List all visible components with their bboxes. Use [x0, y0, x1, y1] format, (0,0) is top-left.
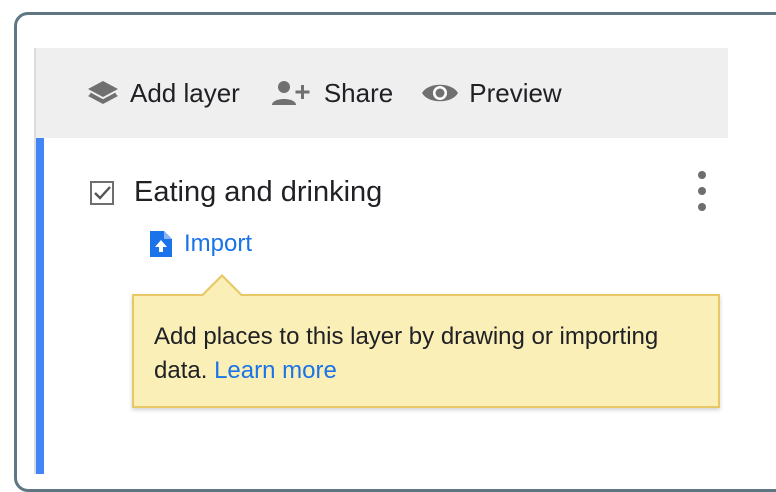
person-add-icon — [271, 81, 310, 105]
add-layer-label: Add layer — [130, 77, 240, 108]
preview-label: Preview — [469, 77, 562, 108]
layers-panel: Add layer Share Preview Eating and drink… — [34, 48, 728, 474]
kebab-dot — [698, 203, 706, 211]
eye-icon — [422, 84, 459, 102]
kebab-dot — [698, 171, 706, 179]
active-layer-indicator — [36, 138, 44, 474]
share-button[interactable]: Share — [268, 78, 393, 109]
checkbox-checked-icon[interactable] — [90, 180, 114, 205]
import-label: Import — [184, 230, 253, 257]
layer-header: Eating and drinking — [90, 176, 382, 209]
learn-more-link[interactable]: Learn more — [214, 357, 337, 384]
tooltip-arrow-fill — [202, 277, 242, 297]
add-layer-button[interactable]: Add layer — [86, 78, 240, 109]
layers-icon — [88, 81, 118, 104]
kebab-dot — [698, 187, 706, 195]
import-button[interactable]: Import — [150, 230, 252, 258]
layer-name[interactable]: Eating and drinking — [134, 176, 382, 209]
file-upload-icon — [150, 231, 172, 257]
more-vert-icon[interactable] — [692, 171, 712, 211]
preview-button[interactable]: Preview — [421, 77, 562, 109]
layers-toolbar: Add layer Share Preview — [36, 48, 728, 138]
share-label: Share — [323, 77, 394, 108]
empty-layer-tooltip: Add places to this layer by drawing or i… — [132, 274, 720, 408]
